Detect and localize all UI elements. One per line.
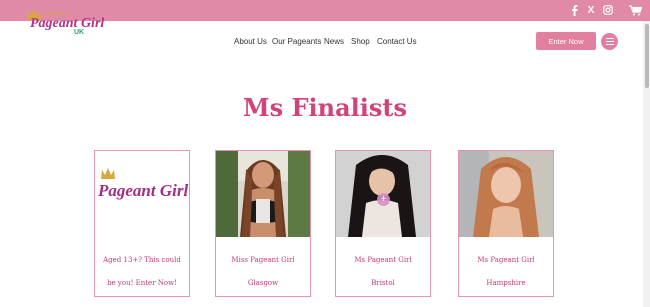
finalist-photo: + <box>336 151 430 237</box>
card-line1: Ms Pageant Girl <box>477 256 535 264</box>
finalist-card[interactable]: + Ms Pageant Girl Bristol <box>335 150 431 297</box>
card-line2: be you! Enter Now! <box>107 279 177 287</box>
card-line1: Miss Pageant Girl <box>231 256 295 264</box>
enter-now-button[interactable]: Enter Now <box>536 32 596 50</box>
logo-name: Pageant Girl <box>30 16 105 31</box>
zoom-plus-icon[interactable]: + <box>377 193 390 206</box>
menu-button[interactable] <box>601 33 618 50</box>
hamburger-icon <box>605 38 614 39</box>
card-line2: Glasgow <box>247 279 279 287</box>
finalist-card[interactable]: Ms Pageant Girl Hampshire <box>458 150 554 297</box>
facebook-icon[interactable] <box>568 4 580 16</box>
card-line2: Hampshire <box>486 279 526 287</box>
nav-about-us[interactable]: About Us <box>234 37 267 47</box>
finalist-card[interactable]: Pageant Girl Aged 13+? This could be you… <box>94 150 190 297</box>
card-line2: Bristol <box>371 279 395 287</box>
nav-shop[interactable]: Shop <box>351 37 370 47</box>
crown-icon <box>101 168 115 179</box>
scrollbar-thumb[interactable] <box>645 24 649 88</box>
card-line1: Aged 13+? This could <box>103 256 181 264</box>
page-title: Ms Finalists <box>243 93 407 122</box>
logo-suffix: UK <box>74 29 85 36</box>
finalist-photo <box>216 151 310 237</box>
placeholder-logo-text: Pageant Girl <box>98 181 189 200</box>
instagram-icon[interactable] <box>602 4 614 16</box>
finalist-photo <box>459 151 553 237</box>
card-line1: Ms Pageant Girl <box>354 256 412 264</box>
x-icon[interactable]: X <box>585 4 597 16</box>
nav-news[interactable]: News <box>324 37 344 47</box>
nav-our-pageants[interactable]: Our Pageants <box>272 37 321 47</box>
site-logo[interactable]: The Home of Pageant Girl UK <box>26 8 104 38</box>
finalist-card[interactable]: Miss Pageant Girl Glasgow <box>215 150 311 297</box>
pageant-girl-logo-image: Pageant Girl <box>95 151 189 237</box>
cart-icon[interactable] <box>628 4 642 16</box>
nav-contact-us[interactable]: Contact Us <box>377 37 417 47</box>
